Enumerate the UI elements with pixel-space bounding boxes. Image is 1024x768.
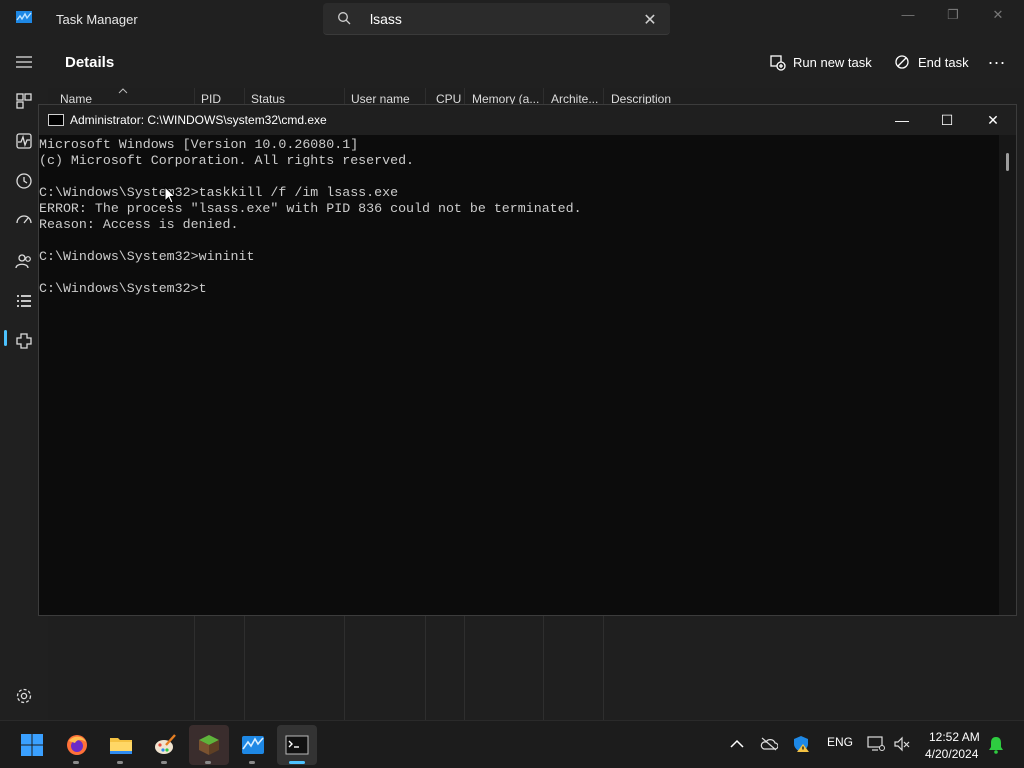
processes-icon[interactable] xyxy=(14,91,34,111)
performance-icon[interactable] xyxy=(14,131,34,151)
services-icon[interactable] xyxy=(14,331,34,351)
end-task-icon xyxy=(895,55,909,69)
cmd-window-title: Administrator: C:\WINDOWS\system32\cmd.e… xyxy=(70,113,327,127)
volume-muted-icon[interactable] xyxy=(893,736,911,752)
onedrive-offline-icon[interactable] xyxy=(760,737,778,751)
security-warning-icon[interactable] xyxy=(792,735,810,753)
command-prompt-window[interactable]: Administrator: C:\WINDOWS\system32\cmd.e… xyxy=(38,104,1017,616)
running-indicator xyxy=(205,761,211,764)
app-history-icon[interactable] xyxy=(14,171,34,191)
console-line: C:\Windows\System32>taskkill /f /im lsas… xyxy=(39,185,399,200)
clear-search-icon[interactable]: ✕ xyxy=(641,10,659,30)
running-indicator xyxy=(161,761,167,764)
search-input[interactable]: lsass xyxy=(370,11,402,27)
file-explorer-icon xyxy=(110,738,132,754)
taskbar-task-manager[interactable] xyxy=(233,725,273,765)
hamburger-menu-icon[interactable] xyxy=(14,52,34,72)
scrollbar-thumb[interactable] xyxy=(1006,153,1009,171)
notification-bell-icon[interactable] xyxy=(988,736,1004,754)
taskbar: ENG 12:52 AM 4/20/2024 xyxy=(0,720,1024,768)
start-button[interactable] xyxy=(12,725,52,765)
startup-apps-icon[interactable] xyxy=(14,211,34,231)
users-icon[interactable] xyxy=(14,251,34,271)
taskbar-file-explorer[interactable] xyxy=(101,725,141,765)
task-manager-logo-icon xyxy=(16,11,32,23)
taskbar-minecraft[interactable] xyxy=(189,725,229,765)
run-new-task-button[interactable]: Run new task xyxy=(769,54,889,74)
details-icon[interactable] xyxy=(14,291,34,311)
console-line: ERROR: The process "lsass.exe" with PID … xyxy=(39,201,582,216)
language-indicator[interactable]: ENG xyxy=(827,735,853,749)
task-manager-icon xyxy=(242,736,264,754)
settings-gear-icon[interactable] xyxy=(14,686,34,706)
running-indicator xyxy=(249,761,255,764)
cmd-maximize-button[interactable]: ☐ xyxy=(924,108,970,134)
end-task-label: End task xyxy=(918,55,969,70)
taskbar-paint[interactable] xyxy=(145,725,185,765)
run-new-task-icon xyxy=(770,55,786,71)
taskbar-firefox[interactable] xyxy=(57,725,97,765)
chevron-up-icon[interactable] xyxy=(730,739,744,749)
terminal-icon xyxy=(285,735,309,755)
minecraft-icon xyxy=(199,735,219,755)
cmd-minimize-button[interactable]: — xyxy=(879,108,925,134)
page-title: Details xyxy=(65,54,115,71)
paint-icon xyxy=(155,734,176,754)
console-line: Microsoft Windows [Version 10.0.26080.1] xyxy=(39,137,359,152)
taskbar-terminal[interactable] xyxy=(277,725,317,765)
window-title: Task Manager xyxy=(56,12,138,27)
task-manager-titlebar: Task Manager lsass ✕ — ❐ ✕ xyxy=(0,0,1024,38)
clock-time[interactable]: 12:52 AM xyxy=(929,730,980,744)
running-indicator xyxy=(73,761,79,764)
console-output[interactable]: Microsoft Windows [Version 10.0.26080.1]… xyxy=(39,135,999,615)
console-scrollbar[interactable] xyxy=(999,135,1016,615)
active-nav-indicator xyxy=(4,330,7,346)
running-indicator xyxy=(117,761,123,764)
search-box[interactable]: lsass ✕ xyxy=(323,3,670,35)
more-options-icon[interactable]: ... xyxy=(988,48,1006,69)
cmd-titlebar[interactable]: Administrator: C:\WINDOWS\system32\cmd.e… xyxy=(39,105,1016,135)
restore-button[interactable]: ❐ xyxy=(930,4,976,28)
cmd-close-button[interactable]: ✕ xyxy=(970,108,1016,134)
active-app-indicator xyxy=(289,761,305,764)
start-icon xyxy=(21,734,43,756)
run-new-task-label: Run new task xyxy=(793,55,872,70)
cmd-app-icon xyxy=(48,114,64,126)
sort-ascending-icon xyxy=(118,88,128,94)
console-line: Reason: Access is denied. xyxy=(39,217,239,232)
details-header: Details Run new task End task ... xyxy=(48,38,1024,88)
mouse-cursor-icon xyxy=(164,186,176,204)
close-button[interactable]: ✕ xyxy=(975,4,1021,28)
minimize-button[interactable]: — xyxy=(885,4,931,28)
clock-date[interactable]: 4/20/2024 xyxy=(925,747,978,761)
console-line: C:\Windows\System32>wininit xyxy=(39,249,255,264)
firefox-icon xyxy=(67,735,87,755)
network-icon[interactable] xyxy=(867,736,885,752)
search-icon xyxy=(338,12,351,25)
end-task-button[interactable]: End task xyxy=(894,54,984,74)
console-prompt-line[interactable]: C:\Windows\System32>t xyxy=(39,281,207,296)
console-line: (c) Microsoft Corporation. All rights re… xyxy=(39,153,415,168)
